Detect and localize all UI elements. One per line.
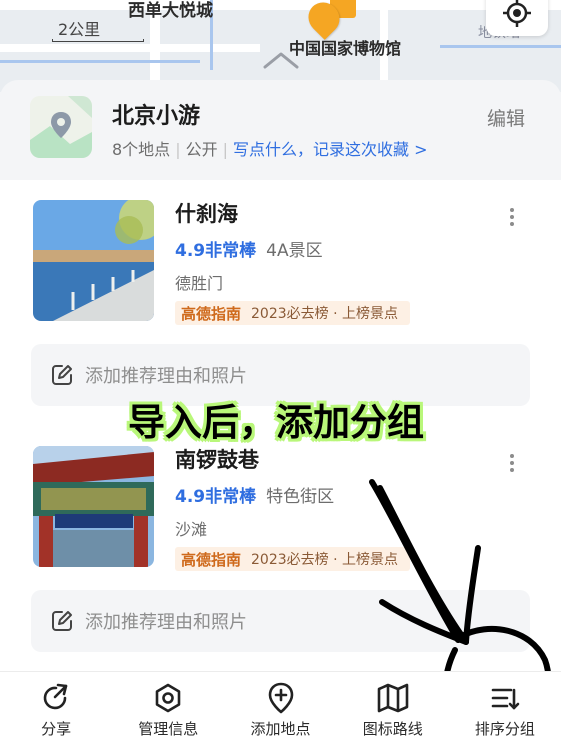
collection-title: 北京小游 [112,104,201,129]
map-label: 西单大悦城 [128,1,213,21]
edit-note-icon [52,611,72,631]
annotation-caption: 导入后，添加分组 [128,401,424,444]
locate-button[interactable] [486,0,548,36]
guide-badge[interactable]: 高德指南 2023必去榜 · 上榜景点 [175,547,410,571]
rating-level: 非常棒 [205,487,257,507]
rating-score: 4.9 [175,241,206,261]
add-reason-button[interactable]: 添加推荐理由和照片 [31,590,530,652]
more-options-icon[interactable] [506,454,518,472]
share-icon [43,683,68,710]
map-route-label: 图标路线 [362,720,423,738]
share-button[interactable]: 分享 [0,672,112,741]
collection-header: 北京小游 8个地点 | 公开 | 写点什么，记录这次收藏 > 编辑 [0,80,561,180]
place-photo[interactable] [33,446,154,567]
place-tag: 4A景区 [266,241,323,261]
rating-level: 非常棒 [205,241,257,261]
manage-info-button[interactable]: 管理信息 [112,672,224,741]
sort-group-label: 排序分组 [474,720,535,738]
place-tag: 特色街区 [266,487,335,507]
edit-button[interactable]: 编辑 [487,104,525,131]
place-photo[interactable] [33,200,154,321]
rating-score: 4.9 [175,487,206,507]
badge-brand: 高德指南 [181,304,242,323]
map-route-button[interactable]: 图标路线 [337,672,449,741]
place-area: 德胜门 [175,274,224,293]
share-label: 分享 [41,720,72,738]
manage-icon [155,683,181,713]
place-rating: 4.9非常棒 特色街区 [175,482,334,507]
collection-meta: 8个地点 | 公开 | 写点什么，记录这次收藏 > [112,136,427,160]
map-scale-bar [52,39,144,42]
sort-group-button[interactable]: 排序分组 [449,672,561,741]
badge-brand: 高德指南 [181,550,242,569]
manage-label: 管理信息 [138,720,199,738]
badge-rank: 2023必去榜 · 上榜景点 [251,552,398,568]
collection-thumbnail [30,96,92,158]
sort-group-icon [491,688,520,710]
crosshair-icon [503,0,531,27]
place-rating: 4.9非常棒 4A景区 [175,236,323,261]
add-location-button[interactable]: 添加地点 [224,672,336,741]
lake-photo-image [33,200,154,321]
place-area: 沙滩 [175,520,208,539]
add-location-label: 添加地点 [250,720,311,738]
add-reason-label: 添加推荐理由和照片 [85,612,247,633]
place-name[interactable]: 南锣鼓巷 [175,444,259,474]
meta-divider: | [222,140,228,159]
meta-divider: | [175,140,181,159]
bottom-toolbar: 分享 管理信息 添加地点 图标路线 排序分组 [0,671,561,741]
more-options-icon[interactable] [506,208,518,226]
map-road [0,0,561,10]
map-route-icon [377,683,409,713]
note-link[interactable]: 写点什么，记录这次收藏 > [233,140,428,159]
guide-badge[interactable]: 高德指南 2023必去榜 · 上榜景点 [175,301,410,325]
map-road [0,44,260,52]
gate-photo-image [33,446,154,567]
map-line [0,60,200,63]
add-location-icon [268,682,293,714]
map-scale-label: 2公里 [58,20,101,39]
map-line [440,45,561,48]
edit-note-icon [52,365,72,385]
visibility-label[interactable]: 公开 [186,140,218,159]
place-name[interactable]: 什刹海 [175,198,238,228]
chevron-up-icon[interactable] [262,50,300,70]
badge-rank: 2023必去榜 · 上榜景点 [251,306,398,322]
place-item[interactable]: 什刹海 4.9非常棒 4A景区 德胜门 高德指南 2023必去榜 · 上榜景点 [0,180,561,325]
place-count: 8个地点 [112,140,171,159]
map-view[interactable]: 西单大悦城 2公里 中国国家博物馆 地铁站 [0,0,561,92]
add-reason-label: 添加推荐理由和照片 [85,366,247,387]
map-pin-icon [30,96,92,158]
